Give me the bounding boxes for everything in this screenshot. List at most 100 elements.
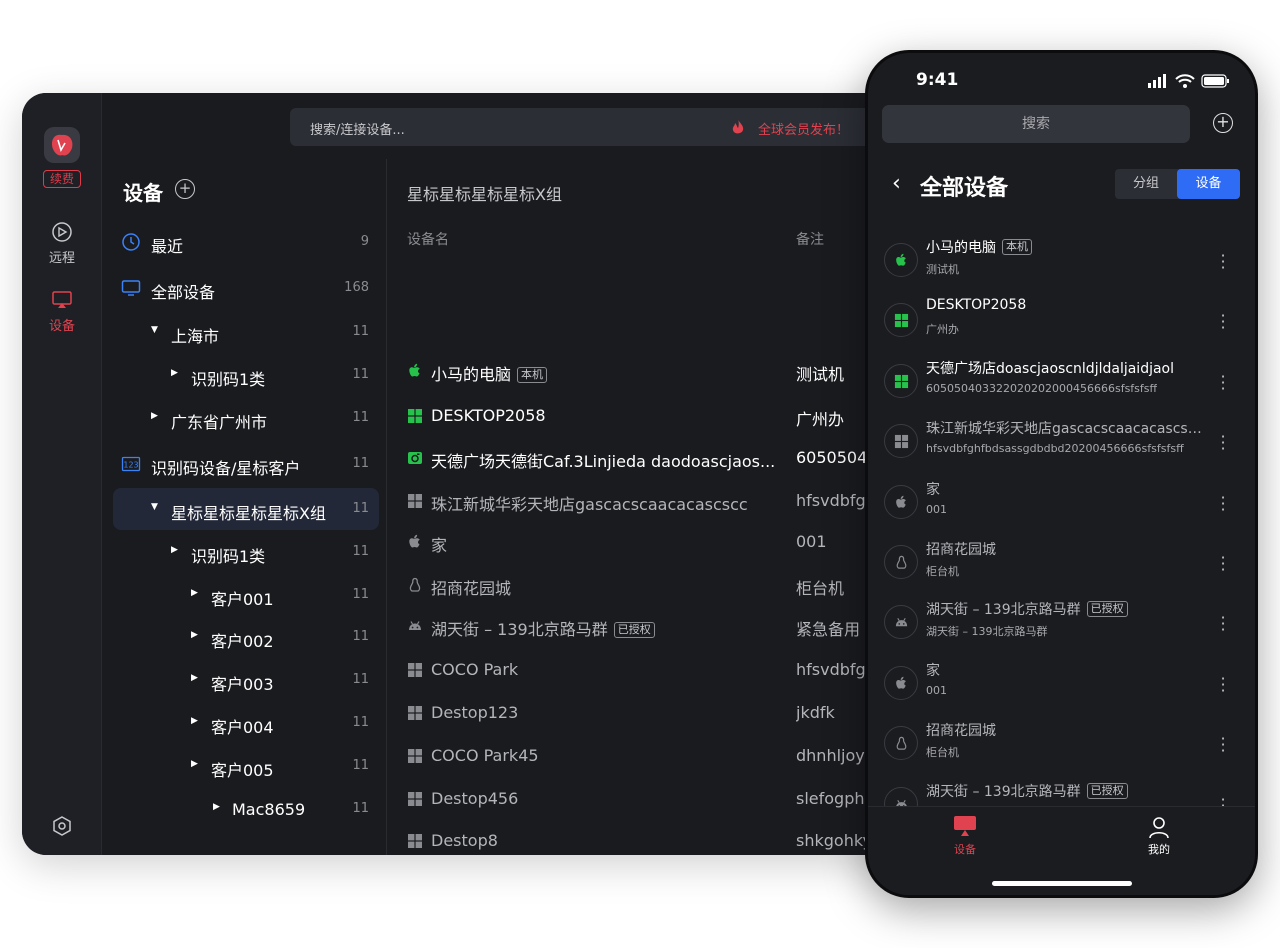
tab-me[interactable]: 我的 [1147,815,1171,856]
device-name: 湖天街 – 139北京路马群 已授权 [431,616,655,640]
phone-device-row[interactable]: 家 001 · · · [882,475,1242,531]
caret-right-icon[interactable]: ▶ [151,411,158,421]
device-row[interactable]: 招商花园城 柜台机 [407,571,902,601]
tree-item-starred-customers[interactable]: 123 识别码设备/星标客户 11 [113,443,379,485]
device-note: 测试机 [796,365,845,384]
more-vertical-icon[interactable]: ··· [1218,489,1228,517]
tree-label: 客户003 [211,675,274,694]
device-name: 天德广场天德街Caf.3Linjieda daodoascjaos... [431,448,775,472]
caret-right-icon[interactable]: ▶ [191,759,198,769]
phone-search-input[interactable]: 搜索 [882,105,1190,143]
fire-icon [732,119,744,134]
phone-device-subtitle: 柜台机 [926,746,959,760]
device-note: 001 [796,532,827,551]
windows-os-icon [884,363,918,398]
apple-os-icon [407,363,423,379]
back-chevron-icon[interactable]: ‹ [892,171,901,196]
android-os-icon [884,605,918,640]
caret-right-icon[interactable]: ▶ [213,802,220,812]
device-row[interactable]: Destop8 shkgohky [407,827,902,855]
caret-right-icon[interactable]: ▶ [171,545,178,555]
linux-os-icon [884,545,918,579]
caret-down-icon[interactable]: ▼ [151,502,158,512]
search-bar[interactable]: 搜索/连接设备... 全球会员发布！ [290,108,890,146]
caret-right-icon[interactable]: ▶ [191,630,198,640]
device-name: Destop456 [431,789,518,808]
phone-device-row[interactable]: 家 001 · · · [882,656,1242,712]
phone-screen: 9:41 搜索 + ‹ 全部设备 分组 设备 小马的电脑 本机 测试机 · · · DESK… [868,53,1255,895]
tree-item-idcode-2[interactable]: ▶ 识别码1类 11 [113,531,379,573]
device-row[interactable]: COCO Park45 dhnhljoyp [407,742,902,772]
device-row[interactable]: Destop123 jkdfk [407,699,902,729]
column-header-note[interactable]: 备注 [796,229,824,249]
device-row[interactable]: 珠江新城华彩天地店gascacscaacacascscc hfsvdbfg [407,487,902,517]
remote-icon [52,222,72,242]
tree-item-idcode-1[interactable]: ▶ 识别码1类 11 [113,354,379,396]
device-row[interactable]: 湖天街 – 139北京路马群 已授权 紧急备用 [407,612,902,642]
tree-item-recent[interactable]: 最近 9 [113,221,379,263]
stage: 续费 远程 设备 搜索/连接设备... 全球会员发布！ 设备 + 最近 9 全部… [0,0,1280,948]
caret-down-icon[interactable]: ▼ [151,325,158,335]
tree-count: 11 [352,367,369,382]
device-row[interactable]: 天德广场天德街Caf.3Linjieda daodoascjaos... 6050… [407,444,902,474]
phone-add-button[interactable]: + [1213,113,1233,133]
more-vertical-icon[interactable]: ··· [1218,670,1228,698]
settings-icon[interactable] [51,815,73,837]
phone-device-row[interactable]: 招商花园城柜台机 · · · [882,535,1242,591]
phone-device-row[interactable]: 招商花园城 柜台机 · · · [882,716,1242,772]
more-vertical-icon[interactable]: ··· [1218,429,1228,457]
tree-item-starred-group[interactable]: ▼ 星标星标星标星标X组 11 [113,488,379,530]
tab-device[interactable]: 设备 [953,815,977,856]
phone-device-row[interactable]: 珠江新城华彩天地店gascacscaacacascscc hfsvdbfghfbd… [882,414,1242,470]
column-header-name[interactable]: 设备名 [407,229,449,249]
caret-right-icon[interactable]: ▶ [191,588,198,598]
tree-item-customer-001[interactable]: ▶ 客户001 11 [113,574,379,616]
rail-item-remote[interactable]: 远程 [22,221,102,266]
more-vertical-icon[interactable]: ··· [1218,248,1228,276]
phone-device-subtitle: hfsvdbfghfbdsassgdbdbd20200456666sfsfsfs… [926,442,1184,456]
phone-device-name-text: 招商花园城 [926,542,996,558]
tree-item-shanghai[interactable]: ▼ 上海市 11 [113,311,379,353]
device-icon [954,816,976,836]
tree-count: 11 [352,324,369,339]
windows-os-icon [407,493,423,509]
device-row[interactable]: Destop456 slefogphp [407,785,902,815]
caret-right-icon[interactable]: ▶ [171,368,178,378]
tree-label: Mac8659 [232,800,306,819]
phone-device-name: 家 [926,660,940,680]
rail-item-device[interactable]: 设备 [22,289,102,334]
more-vertical-icon[interactable]: ··· [1218,308,1228,336]
segment-group[interactable]: 分组 [1115,169,1177,199]
device-row[interactable]: DESKTOP2058 广州办 [407,402,902,432]
promo-text[interactable]: 全球会员发布！ [758,119,849,138]
more-vertical-icon[interactable]: ··· [1218,731,1228,759]
tree-item-mac8659[interactable]: ▶ Mac8659 11 [113,788,379,830]
phone-device-subtitle: 柜台机 [926,565,959,578]
tree-count: 9 [360,234,369,249]
renew-badge[interactable]: 续费 [43,170,81,188]
device-row[interactable]: 家 001 [407,528,902,558]
caret-right-icon[interactable]: ▶ [191,673,198,683]
tree-item-customer-004[interactable]: ▶ 客户004 11 [113,702,379,744]
more-vertical-icon[interactable]: ··· [1218,368,1228,396]
phone-device-name-text: 家 [926,481,940,498]
phone-page-title: 全部设备 [920,176,1009,201]
phone-device-row[interactable]: 天德广场店doascjaoscnldjldaljaidjaol 605050403… [882,354,1242,410]
linux-os-icon [407,577,423,593]
tree-item-guangzhou[interactable]: ▶ 广东省广州市 11 [113,397,379,439]
phone-device-row[interactable]: 小马的电脑 本机 测试机 · · · [882,233,1242,289]
more-vertical-icon[interactable]: ··· [1218,550,1228,578]
tree-item-customer-002[interactable]: ▶ 客户002 11 [113,616,379,658]
add-group-button[interactable]: + [175,179,195,199]
phone-device-row[interactable]: DESKTOP2058 广州办 · · · [882,293,1242,349]
device-row[interactable]: 小马的电脑 本机 测试机 [407,357,902,387]
group-title: 星标星标星标星标X组 [407,185,562,204]
tree-item-customer-003[interactable]: ▶ 客户003 11 [113,659,379,701]
more-vertical-icon[interactable]: ··· [1218,610,1228,638]
caret-right-icon[interactable]: ▶ [191,716,198,726]
device-row[interactable]: COCO Park hfsvdbfg [407,656,902,686]
tree-item-customer-005[interactable]: ▶ 客户005 11 [113,745,379,787]
phone-device-row[interactable]: 湖天街 – 139北京路马群 已授权 湖天街 – 139北京路马群 · · · [882,595,1242,651]
tree-item-all-devices[interactable]: 全部设备 168 [113,267,379,309]
segment-device[interactable]: 设备 [1177,169,1240,199]
